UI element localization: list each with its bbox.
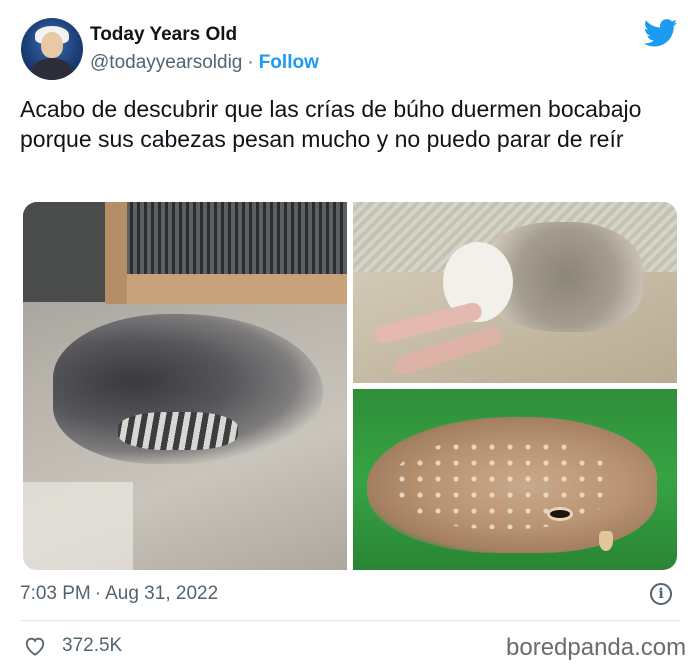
timestamp-separator: ·: [94, 583, 102, 604]
tweet-card: Today Years Old @todayyearsoldig · Follow …: [0, 0, 700, 672]
heart-icon[interactable]: [24, 635, 46, 657]
photo-wall: [23, 202, 109, 302]
handle-separator: ·: [247, 52, 254, 73]
avatar-face: [41, 32, 63, 58]
follow-button[interactable]: Follow: [259, 52, 319, 73]
photo-owl-wing: [118, 412, 238, 450]
like-count: 372.5K: [62, 635, 123, 656]
avatar[interactable]: [21, 18, 83, 80]
tweet-timestamp[interactable]: 7:03 PM · Aug 31, 2022: [20, 583, 218, 605]
tweet-date: Aug 31, 2022: [105, 583, 219, 604]
tweet-time: 7:03 PM: [20, 583, 91, 604]
photo-owl-chick-on-blanket[interactable]: [353, 202, 677, 383]
info-icon[interactable]: i: [650, 583, 672, 605]
photo-wood-beam: [109, 274, 347, 304]
photo-mesh: [123, 202, 347, 274]
watermark: boredpanda.com: [506, 634, 687, 661]
tweet-media-grid[interactable]: [23, 202, 677, 570]
photo-owl-spots: [393, 439, 613, 529]
photo-floor-glare: [23, 482, 133, 570]
photo-owl-on-turf[interactable]: [353, 389, 677, 570]
photo-owl-chick-on-sand[interactable]: [23, 202, 347, 570]
photo-owl-eye: [547, 507, 573, 521]
tweet-text: Acabo de descubrir que las crías de búho…: [20, 96, 642, 152]
twitter-bird-icon[interactable]: [644, 19, 678, 47]
avatar-body: [31, 58, 73, 80]
divider: [20, 620, 680, 621]
author-name[interactable]: Today Years Old: [90, 24, 237, 46]
like-action[interactable]: 372.5K: [24, 634, 122, 658]
photo-owl-beak: [599, 531, 613, 551]
author-handle[interactable]: @todayyearsoldig: [90, 52, 242, 73]
photo-wood-post: [105, 202, 127, 304]
author-handle-row: @todayyearsoldig · Follow: [90, 52, 319, 74]
